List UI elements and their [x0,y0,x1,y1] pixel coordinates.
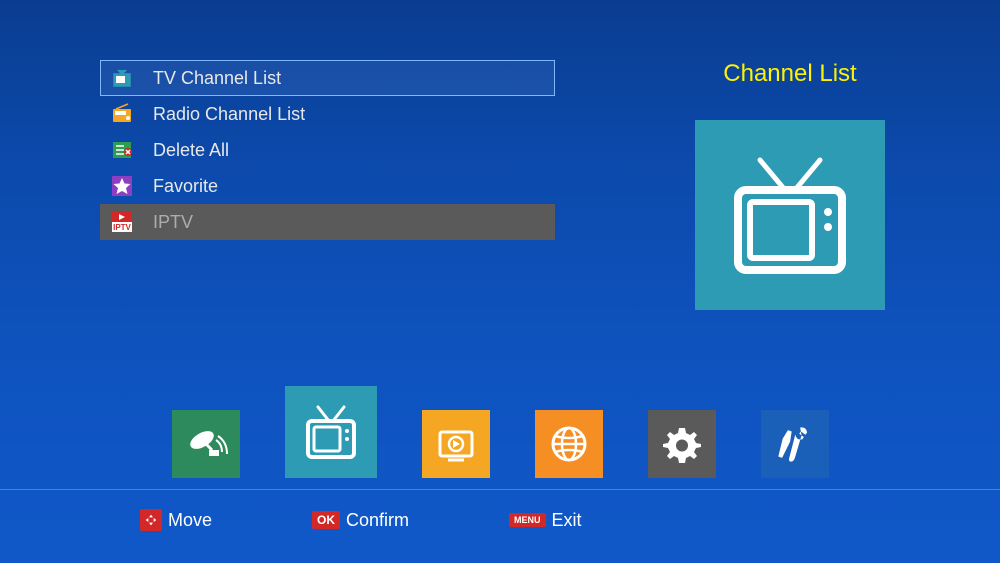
nav-tools[interactable] [761,410,829,478]
satellite-icon [182,420,230,468]
tools-icon [771,420,819,468]
menu-item-radio-channel-list[interactable]: Radio Channel List [100,96,555,132]
hint-move: Move [140,509,212,531]
media-icon [432,420,480,468]
dpad-icon [140,509,162,531]
delete-list-icon [109,137,135,163]
nav-network[interactable] [535,410,603,478]
menu-item-label: Delete All [153,140,229,161]
nav-settings[interactable] [648,410,716,478]
section-title: Channel List [680,60,900,88]
preview-tile [695,120,885,310]
star-icon [109,173,135,199]
menu-badge: MENU [509,513,546,527]
menu-item-label: IPTV [153,212,193,233]
menu-item-delete-all[interactable]: Delete All [100,132,555,168]
radio-icon [109,101,135,127]
menu-item-iptv[interactable]: IPTV IPTV [100,204,555,240]
divider [0,489,1000,490]
menu-item-favorite[interactable]: Favorite [100,168,555,204]
hint-label: Move [168,510,212,531]
menu-item-tv-channel-list[interactable]: TV Channel List [100,60,555,96]
hints-bar: Move OK Confirm MENU Exit [140,509,582,531]
nav-satellite[interactable] [172,410,240,478]
nav-channel[interactable] [285,386,377,478]
nav-media[interactable] [422,410,490,478]
main-nav [0,386,1000,478]
menu-item-label: Radio Channel List [153,104,305,125]
hint-confirm: OK Confirm [312,510,409,531]
tv-icon [109,65,135,91]
tv-large-icon [720,145,860,285]
hint-label: Exit [552,510,582,531]
iptv-icon: IPTV [109,209,135,235]
tv-icon [296,397,366,467]
gear-icon [658,420,706,468]
ok-badge: OK [312,511,340,529]
menu-item-label: TV Channel List [153,68,281,89]
hint-exit: MENU Exit [509,510,582,531]
menu-list: TV Channel List Radio Channel List Delet… [100,60,555,240]
menu-item-label: Favorite [153,176,218,197]
svg-text:IPTV: IPTV [113,223,131,232]
globe-icon [545,420,593,468]
hint-label: Confirm [346,510,409,531]
